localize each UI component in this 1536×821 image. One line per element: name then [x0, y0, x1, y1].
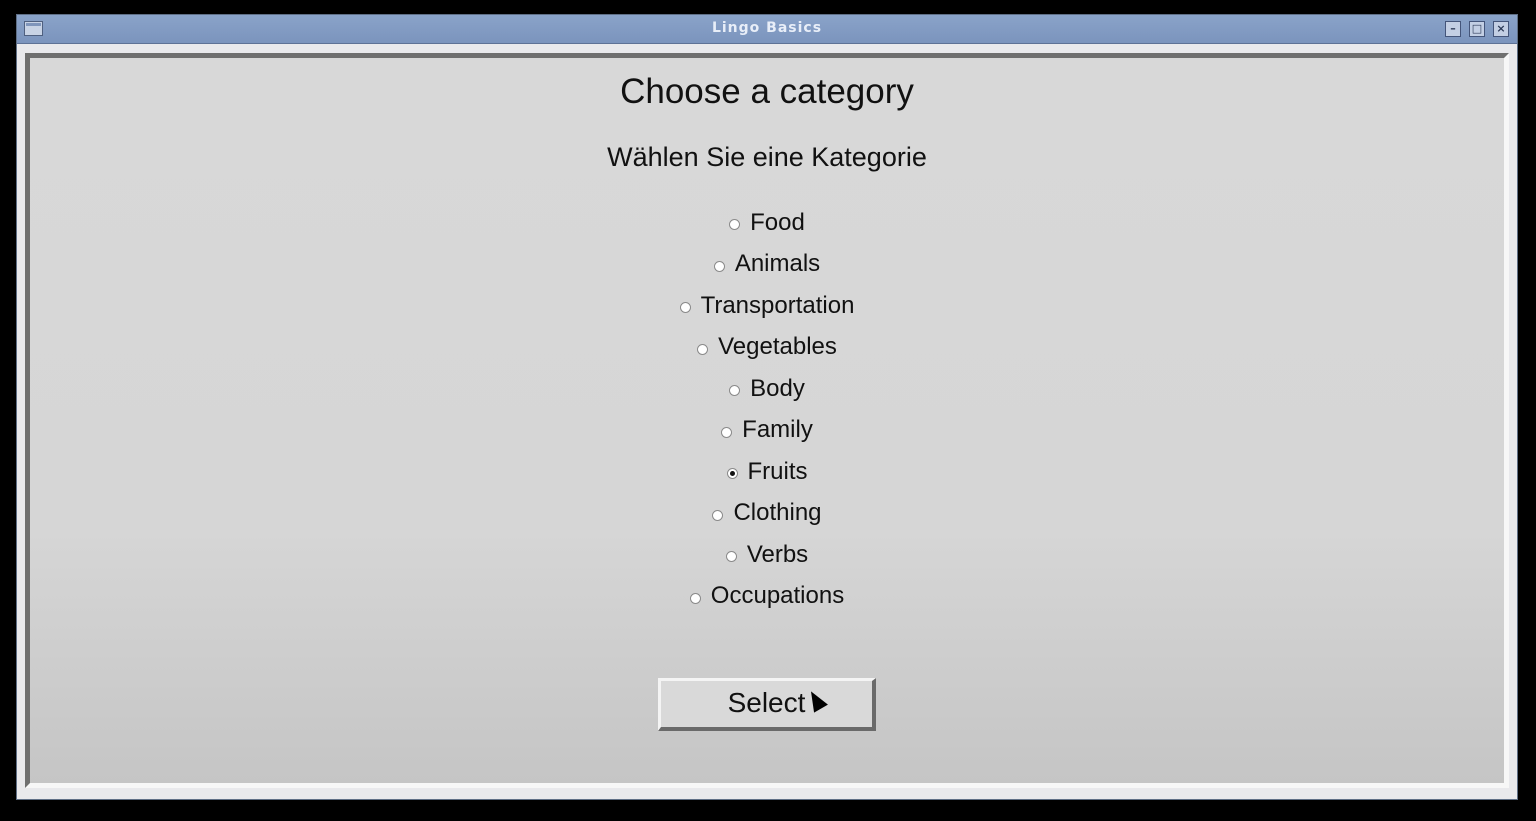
radio-button[interactable] — [689, 592, 701, 604]
window-title: Lingo Basics — [711, 20, 823, 36]
category-label: Clothing — [733, 499, 822, 527]
category-label: Verbs — [746, 540, 809, 568]
category-option-vegetables[interactable]: Vegetables — [30, 327, 1504, 369]
category-label: Body — [750, 374, 805, 402]
category-label: Family — [742, 416, 813, 444]
radio-button[interactable] — [679, 302, 691, 314]
category-label: Fruits — [747, 457, 808, 485]
category-option-verbs[interactable]: Verbs — [30, 534, 1504, 576]
category-label: Animals — [734, 250, 821, 278]
category-label: Vegetables — [718, 333, 837, 361]
category-option-body[interactable]: Body — [30, 368, 1504, 410]
category-option-food[interactable]: Food — [30, 202, 1504, 244]
category-option-family[interactable]: Family — [30, 410, 1504, 452]
category-option-animals[interactable]: Animals — [30, 244, 1504, 286]
select-button[interactable]: Select — [658, 678, 876, 731]
content-frame: Choose a category Wählen Sie eine Katego… — [25, 53, 1509, 788]
radio-button[interactable] — [712, 509, 724, 521]
page-subtitle: Wählen Sie eine Kategorie — [607, 142, 927, 172]
radio-button[interactable] — [729, 219, 741, 231]
category-option-occupations[interactable]: Occupations — [30, 576, 1504, 618]
category-option-fruits[interactable]: Fruits — [30, 451, 1504, 493]
maximize-icon[interactable]: □ — [1469, 21, 1485, 37]
category-panel: Choose a category Wählen Sie eine Katego… — [30, 58, 1504, 783]
title-bar[interactable]: Lingo Basics – □ × — [17, 15, 1517, 44]
minimize-icon[interactable]: – — [1445, 21, 1461, 37]
radio-button[interactable] — [697, 343, 709, 355]
category-option-transportation[interactable]: Transportation — [30, 285, 1504, 327]
radio-button[interactable] — [725, 551, 737, 563]
app-window: Lingo Basics – □ × Choose a category Wäh… — [16, 14, 1518, 800]
category-label: Occupations — [710, 582, 845, 610]
close-icon[interactable]: × — [1493, 21, 1509, 37]
radio-button[interactable] — [713, 260, 725, 272]
radio-button-selected[interactable] — [726, 468, 738, 480]
category-label: Food — [750, 208, 805, 236]
category-option-clothing[interactable]: Clothing — [30, 493, 1504, 535]
radio-button[interactable] — [729, 385, 741, 397]
category-label: Transportation — [700, 291, 855, 319]
page-title: Choose a category — [620, 72, 914, 111]
radio-button[interactable] — [721, 426, 733, 438]
category-radio-group: Food Animals Transportation Vegetables B… — [30, 202, 1504, 617]
